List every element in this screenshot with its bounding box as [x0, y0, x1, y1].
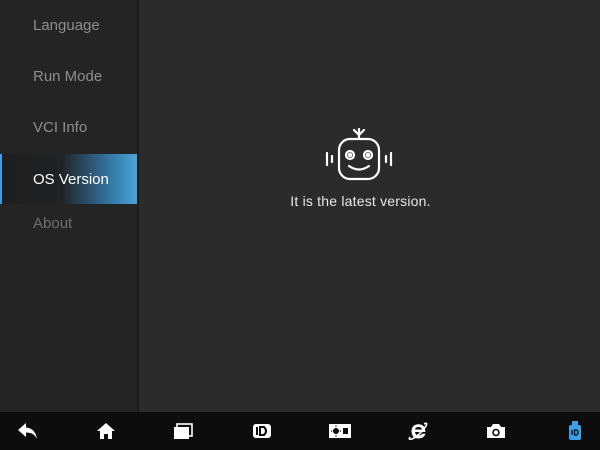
app-window: Language Run Mode VCI Info OS Version Ab… — [0, 0, 600, 450]
back-icon[interactable] — [16, 419, 40, 443]
vci-connection-icon[interactable] — [563, 419, 587, 443]
brightness-icon[interactable] — [328, 419, 352, 443]
diagnostic-app-icon[interactable] — [250, 419, 274, 443]
sidebar-item-label: Language — [33, 16, 100, 34]
robot-icon — [319, 126, 399, 186]
settings-sidebar: Language Run Mode VCI Info OS Version Ab… — [0, 0, 137, 412]
sidebar-item-label: About — [33, 214, 73, 232]
sidebar-item-label: OS Version — [33, 170, 109, 188]
sidebar-item-language[interactable]: Language — [0, 0, 137, 50]
status-message: It is the latest version. — [290, 193, 431, 209]
home-icon[interactable] — [94, 419, 118, 443]
os-version-panel: It is the latest version. — [139, 0, 600, 412]
browser-icon[interactable] — [406, 419, 430, 443]
recent-apps-icon[interactable] — [171, 419, 195, 443]
sidebar-item-label: VCI Info — [33, 118, 88, 136]
system-bottom-bar — [0, 412, 600, 450]
sidebar-item-label: Run Mode — [33, 67, 103, 85]
sidebar-item-vci-info[interactable]: VCI Info — [0, 102, 137, 152]
sidebar-item-os-version[interactable]: OS Version — [0, 154, 137, 204]
camera-icon[interactable] — [484, 419, 508, 443]
sidebar-item-run-mode[interactable]: Run Mode — [0, 51, 137, 101]
sidebar-item-about[interactable]: About — [0, 198, 137, 248]
